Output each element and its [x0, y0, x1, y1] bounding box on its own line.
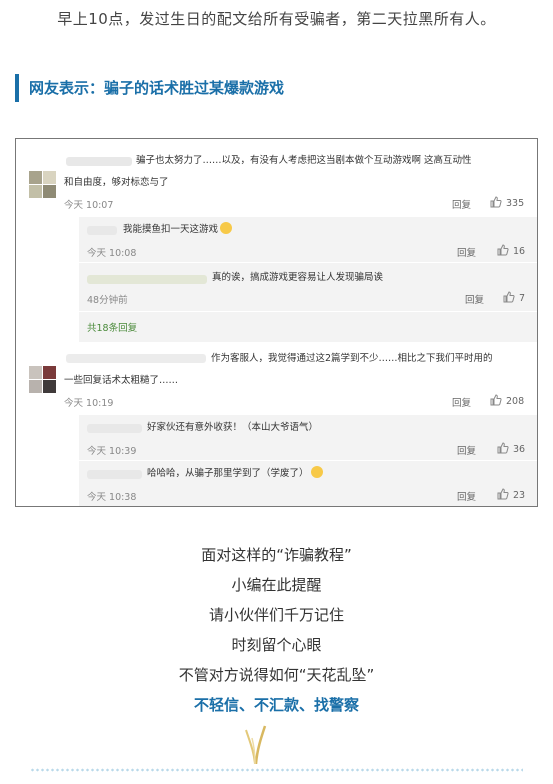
wheat-ear-icon [245, 725, 267, 764]
thumbs-up-icon [490, 196, 502, 208]
laughing-emoji-icon [310, 466, 323, 478]
like-count: 335 [506, 198, 525, 209]
like-button[interactable]: 16 [497, 244, 525, 257]
reminder-line: 时刻留个心眼 [231, 636, 322, 654]
thumbs-up-icon [497, 244, 509, 256]
reply-button[interactable]: 回复 [457, 245, 476, 259]
reply-time: 今天 10:38 [87, 492, 137, 503]
reminder-line: 请小伙伴们千万记住 [208, 606, 344, 624]
comment-time: 今天 10:07 [64, 200, 114, 211]
intro-text: 早上10点，发过生日的配文给所有受骗者，第二天拉黑所有人。 [57, 10, 496, 28]
blurred-username [87, 226, 117, 235]
blurred-username [87, 470, 142, 479]
like-button[interactable]: 7 [503, 291, 525, 304]
thumbs-up-icon [503, 291, 515, 303]
reply-button[interactable]: 回复 [457, 443, 476, 457]
reply-4: 哈哈哈，从骗子那里学到了（学废了） 今天 10:38 回复 23 [79, 461, 537, 506]
reply-button[interactable]: 回复 [452, 197, 471, 211]
reply-button[interactable]: 回复 [452, 395, 471, 409]
reminder-line: 不管对方说得如何“天花乱坠” [178, 666, 375, 684]
reply-text: 好家伙还有意外收获！（本山大爷语气） [147, 422, 319, 433]
thumbs-up-icon [490, 394, 502, 406]
reply-button[interactable]: 回复 [465, 292, 484, 306]
like-button[interactable]: 36 [497, 442, 525, 455]
blurred-username [87, 424, 142, 433]
reply-2: 真的诶，搞成游戏更容易让人发现骗局诶 48分钟前 回复 7 [79, 263, 537, 311]
blurred-username [87, 275, 207, 284]
reply-button[interactable]: 回复 [457, 489, 476, 503]
avatar [29, 366, 56, 393]
reply-text: 哈哈哈，从骗子那里学到了（学废了） [147, 468, 309, 479]
like-button[interactable]: 23 [497, 488, 525, 501]
more-replies-row: 共18条回复 [79, 312, 537, 342]
reminder-line: 面对这样的“诈骗教程” [201, 546, 352, 564]
comment-text: 作为客服人，我觉得通过这2篇学到不少……相比之下我们平时用的 [211, 353, 493, 364]
reply-text: 我能摸鱼扣一天这游戏 [123, 224, 219, 235]
blurred-username [66, 354, 206, 363]
comment-text-line2: 和自由度，够对标恋与了 [64, 177, 169, 188]
reply-time: 今天 10:39 [87, 446, 137, 457]
reminder-text-block: 面对这样的“诈骗教程” 小编在此提醒 请小伙伴们千万记住 时刻留个心眼 不管对方… [0, 540, 553, 720]
reminder-line: 小编在此提醒 [231, 576, 322, 594]
comment-text: 骗子也太努力了……以及，有没有人考虑把这当剧本做个互动游戏啊 这高互动性 [136, 155, 472, 166]
thumbs-up-icon [497, 488, 509, 500]
comment-time: 今天 10:19 [64, 398, 114, 409]
blurred-username [66, 157, 132, 166]
comment-text-line2: 一些回复话术太粗糙了…… [64, 375, 179, 386]
more-replies-link[interactable]: 共18条回复 [87, 320, 137, 334]
like-count: 208 [506, 396, 525, 407]
like-count: 36 [513, 444, 526, 455]
like-button[interactable]: 208 [490, 394, 524, 407]
reply-text: 真的诶，搞成游戏更容易让人发现骗局诶 [212, 272, 384, 283]
laughing-emoji-icon [220, 222, 233, 234]
like-count: 23 [513, 490, 526, 501]
reply-time: 今天 10:08 [87, 248, 137, 259]
section-heading: 网友表示：骗子的话术胜过某爆款游戏 [15, 74, 284, 102]
reply-1: 我能摸鱼扣一天这游戏 今天 10:08 回复 16 [79, 217, 537, 262]
like-count: 7 [519, 293, 526, 304]
like-count: 16 [513, 246, 526, 257]
comment-screenshot: 骗子也太努力了……以及，有没有人考虑把这当剧本做个互动游戏啊 这高互动性 和自由… [15, 138, 538, 507]
dotted-divider [30, 768, 523, 772]
emphasis-text: 不轻信、不汇款、找警察 [193, 696, 359, 714]
reply-3: 好家伙还有意外收获！（本山大爷语气） 今天 10:39 回复 36 [79, 415, 537, 460]
avatar [29, 171, 56, 198]
like-button[interactable]: 335 [490, 196, 524, 209]
reply-time: 48分钟前 [87, 295, 128, 306]
thumbs-up-icon [497, 442, 509, 454]
